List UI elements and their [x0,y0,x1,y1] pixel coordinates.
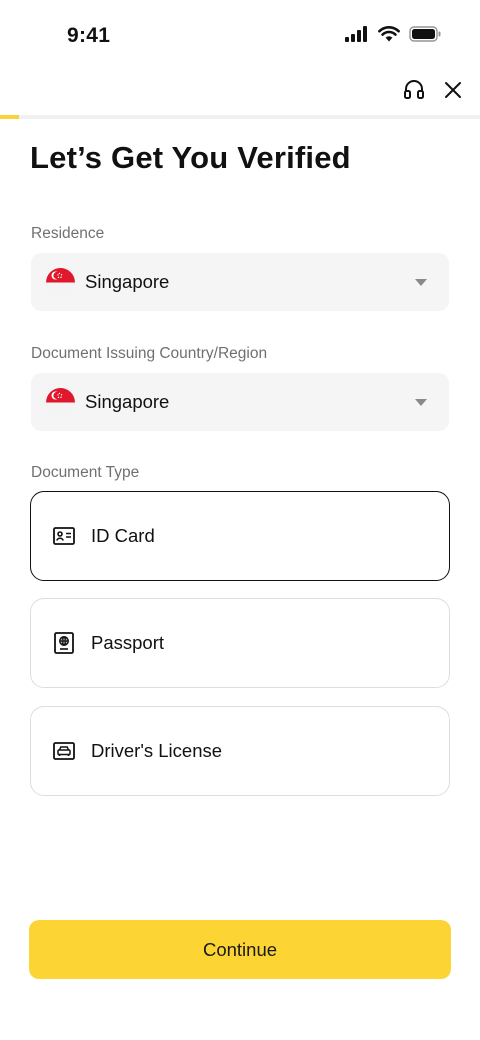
document-option-drivers-license[interactable]: Driver's License [30,706,450,796]
signal-icon [345,26,369,47]
chevron-down-icon [415,399,427,406]
document-option-label: Driver's License [91,740,223,761]
passport-icon [52,631,76,655]
chevron-down-icon [415,279,427,286]
battery-icon [409,26,442,47]
residence-value: Singapore [85,271,170,292]
page-title: Let’s Get You Verified [30,140,351,175]
close-button[interactable] [439,78,467,106]
close-icon [443,80,463,105]
issuing-country-value: Singapore [85,391,170,412]
document-option-label: Passport [91,632,165,653]
top-bar [0,70,480,116]
progress-fill [0,115,20,119]
issuing-country-select[interactable]: Singapore [31,373,449,431]
wifi-icon [378,26,400,47]
id-card-icon [52,524,76,548]
residence-label: Residence [31,225,105,242]
singapore-flag-icon [46,387,75,417]
progress-bar [0,115,480,119]
continue-button[interactable]: Continue [29,920,451,979]
residence-select[interactable]: Singapore [31,253,449,311]
status-icons [345,26,442,47]
singapore-flag-icon [46,267,75,297]
document-type-label: Document Type [31,464,140,481]
drivers-license-icon [52,739,76,763]
document-option-label: ID Card [91,525,155,546]
document-option-id-card[interactable]: ID Card [30,491,450,581]
issuing-country-label: Document Issuing Country/Region [31,345,268,362]
document-option-passport[interactable]: Passport [30,598,450,688]
status-time: 9:41 [67,24,111,47]
support-button[interactable] [400,78,428,106]
status-bar: 9:41 [0,0,480,70]
headset-icon [402,78,426,107]
